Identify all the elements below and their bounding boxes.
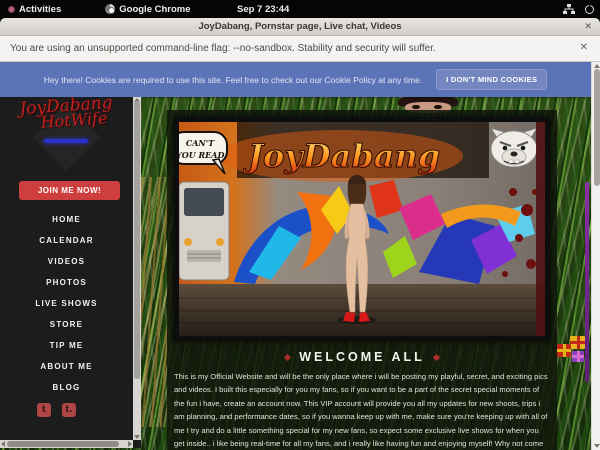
diamond-icon: [433, 353, 440, 360]
welcome-paragraph: This is my Official Website and will be …: [174, 370, 550, 450]
twitter-icon[interactable]: t: [37, 403, 51, 417]
sidebar-link[interactable]: [44, 139, 88, 143]
activities-icon: [8, 6, 15, 13]
flag-warning-text: You are using an unsupported command-lin…: [10, 43, 436, 54]
window-title: JoyDabang, Pornstar page, Live chat, Vid…: [0, 21, 600, 32]
sidebar: JoyDabang HotWife JOIN ME NOW! HOME CALE…: [0, 97, 141, 448]
welcome-heading: WELCOME ALL: [299, 350, 425, 364]
scroll-right-icon[interactable]: [128, 441, 132, 447]
power-icon[interactable]: [585, 5, 594, 14]
flag-warning-bar: You are using an unsupported command-lin…: [0, 36, 600, 62]
face-eye-right: [434, 105, 442, 109]
activities-label: Activities: [19, 4, 61, 15]
chrome-icon: [105, 4, 115, 14]
main-content-panel: JoyDabang CAN'T YOU READ!: [167, 110, 557, 450]
site-logo[interactable]: JoyDabang HotWife: [0, 97, 133, 132]
scroll-down-icon[interactable]: [594, 444, 600, 448]
sidebar-item-live-shows[interactable]: LIVE SHOWS: [0, 293, 133, 314]
system-tray: [563, 0, 596, 18]
sidebar-horizontal-scrollbar[interactable]: [0, 440, 133, 448]
browser-scroll-thumb[interactable]: [594, 69, 600, 186]
sidebar-item-store[interactable]: STORE: [0, 314, 133, 335]
face-eye-left: [412, 105, 420, 109]
bubble-line-1: CAN'T: [186, 138, 215, 148]
join-me-now-button[interactable]: JOIN ME NOW!: [19, 181, 120, 200]
social-icons: t t.: [37, 403, 76, 417]
sidebar-item-blog[interactable]: BLOG: [0, 377, 133, 398]
welcome-heading-row: WELCOME ALL: [167, 350, 557, 364]
screen: Activities Google Chrome Sep 7 23:44 Joy…: [0, 0, 600, 450]
sidebar-item-photos[interactable]: PHOTOS: [0, 272, 133, 293]
window-titlebar: JoyDabang, Pornstar page, Live chat, Vid…: [0, 18, 600, 36]
gift-box-purple: [572, 351, 584, 362]
sidebar-menu: HOME CALENDAR VIDEOS PHOTOS LIVE SHOWS S…: [0, 209, 133, 398]
gift-box-yellow: [570, 336, 585, 349]
sidebar-item-tip-me[interactable]: TIP ME: [0, 335, 133, 356]
activities-button[interactable]: Activities: [0, 0, 69, 18]
clock[interactable]: Sep 7 23:44: [237, 0, 289, 18]
page-viewport: Hey there! Cookies are required to use t…: [0, 62, 600, 450]
sidebar-item-videos[interactable]: VIDEOS: [0, 251, 133, 272]
sidebar-vertical-scrollbar[interactable]: [133, 97, 141, 440]
browser-vertical-scrollbar[interactable]: [591, 62, 600, 450]
sidebar-horizontal-scroll-thumb[interactable]: [7, 441, 119, 447]
bulldog-graffiti-icon: [491, 128, 537, 167]
cookie-accept-button[interactable]: I DON'T MIND COOKIES: [436, 69, 547, 90]
sidebar-item-home[interactable]: HOME: [0, 209, 133, 230]
app-menu-google-chrome[interactable]: Google Chrome: [97, 0, 198, 18]
network-icon[interactable]: [563, 4, 575, 15]
hero-image: JoyDabang CAN'T YOU READ!: [174, 117, 550, 341]
scroll-left-icon[interactable]: [1, 441, 5, 447]
sidebar-item-calendar[interactable]: CALENDAR: [0, 230, 133, 251]
cookie-notice-bar: Hey there! Cookies are required to use t…: [0, 62, 591, 97]
truck: [179, 182, 229, 280]
graffiti-scene: JoyDabang CAN'T YOU READ!: [179, 122, 545, 336]
purple-pole: [585, 182, 589, 382]
cookie-notice-text: Hey there! Cookies are required to use t…: [44, 75, 422, 85]
gift-box-red: [557, 344, 571, 357]
diamond-icon: [284, 353, 291, 360]
sidebar-item-about-me[interactable]: ABOUT ME: [0, 356, 133, 377]
graffiti-title-text: JoyDabang: [242, 137, 440, 175]
window-close-button[interactable]: ✕: [584, 21, 592, 32]
bubble-line-2: YOU READ!: [179, 150, 228, 160]
sidebar-vertical-scroll-thumb[interactable]: [134, 101, 140, 379]
scroll-down-icon[interactable]: [134, 435, 140, 439]
tumblr-icon[interactable]: t.: [62, 403, 76, 417]
gnome-top-bar: Activities Google Chrome Sep 7 23:44: [0, 0, 600, 18]
clock-label: Sep 7 23:44: [237, 4, 289, 15]
scroll-up-icon[interactable]: [594, 64, 600, 68]
app-menu-label: Google Chrome: [119, 4, 190, 15]
flag-warning-close-button[interactable]: ✕: [580, 42, 588, 53]
sidebar-content: JoyDabang HotWife JOIN ME NOW! HOME CALE…: [0, 97, 133, 440]
